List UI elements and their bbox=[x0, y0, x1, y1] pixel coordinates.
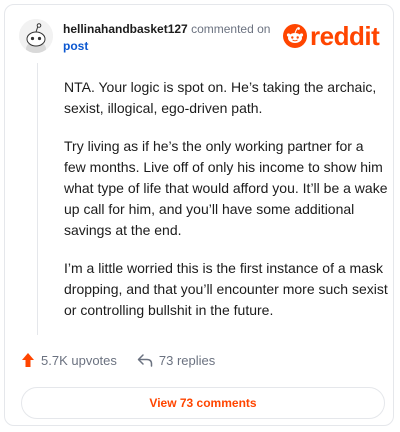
view-comments-label: View 73 comments bbox=[149, 396, 257, 410]
action-text: commented on bbox=[191, 22, 271, 36]
comment-paragraph: Try living as if he’s the only working p… bbox=[64, 138, 388, 238]
username-link[interactable]: hellinahandbasket127 bbox=[63, 22, 188, 36]
reddit-logo[interactable]: reddit bbox=[283, 21, 380, 51]
snoo-avatar-icon bbox=[19, 19, 53, 53]
comment-card: hellinahandbasket127 commented on post r… bbox=[4, 4, 394, 426]
reddit-wordmark: reddit bbox=[310, 21, 380, 51]
reddit-snoo-icon bbox=[283, 24, 307, 48]
comment-paragraph: I’m a little worried this is the first i… bbox=[64, 260, 388, 318]
reply-count: 73 replies bbox=[158, 352, 216, 368]
upvote-arrow-icon bbox=[22, 353, 34, 367]
avatar[interactable] bbox=[19, 19, 53, 53]
reply-arrow-icon bbox=[137, 354, 153, 367]
thread-line bbox=[37, 63, 38, 335]
comment-actions: 5.7K upvotes 73 replies bbox=[21, 352, 235, 368]
reply-button[interactable]: 73 replies bbox=[137, 353, 215, 368]
post-link[interactable]: post bbox=[63, 39, 88, 53]
comment-paragraph: NTA. Your logic is spot on. He’s taking … bbox=[64, 79, 377, 116]
upvote-button[interactable]: 5.7K upvotes bbox=[21, 352, 117, 368]
comment-body: NTA. Your logic is spot on. He’s taking … bbox=[64, 77, 388, 338]
view-comments-button[interactable]: View 73 comments bbox=[21, 387, 385, 419]
comment-header: hellinahandbasket127 commented on post bbox=[63, 21, 273, 55]
upvote-count: 5.7K upvotes bbox=[41, 352, 117, 368]
